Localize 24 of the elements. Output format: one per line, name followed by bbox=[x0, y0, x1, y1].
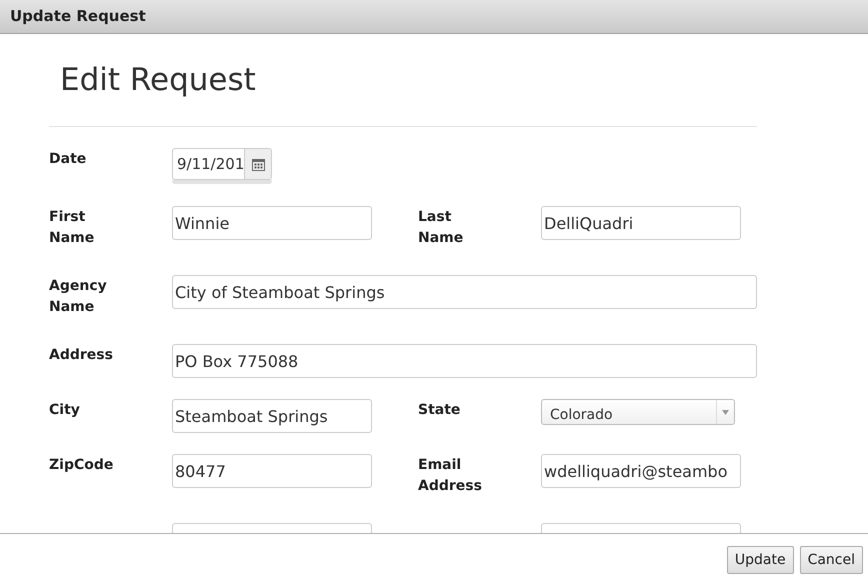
caret-icon bbox=[722, 410, 729, 414]
input-field[interactable]: City of Steamboat Springs bbox=[172, 275, 757, 309]
input-field[interactable]: wdelliquadri@steambo bbox=[541, 454, 741, 488]
input-field[interactable]: DelliQuadri bbox=[541, 206, 741, 240]
dialog-heading: Edit Request bbox=[60, 60, 256, 100]
state-dropdown[interactable]: Colorado bbox=[541, 399, 735, 425]
field-label: ZipCode bbox=[49, 456, 114, 475]
field-label: State bbox=[418, 401, 462, 420]
window-title: Update Request bbox=[10, 6, 146, 28]
field-label: City bbox=[49, 401, 81, 420]
input-field[interactable]: PO Box 775088 bbox=[172, 344, 757, 378]
input-field[interactable]: 80477 bbox=[172, 454, 372, 488]
field-label: First Name bbox=[49, 208, 96, 248]
field-label: Address bbox=[49, 346, 114, 365]
dialog-button[interactable]: Cancel bbox=[800, 546, 863, 574]
input-field[interactable]: Steamboat Springs bbox=[172, 399, 372, 433]
calendar-icon[interactable] bbox=[252, 158, 264, 170]
field-label: Date bbox=[49, 150, 88, 169]
field-label: Email Address bbox=[418, 456, 483, 496]
field-label: Last Name bbox=[418, 208, 464, 248]
field-label: Agency Name bbox=[49, 277, 108, 317]
date-field[interactable]: 9/11/201 bbox=[172, 148, 272, 180]
dialog-button[interactable]: Update bbox=[726, 546, 794, 574]
input-field[interactable]: Winnie bbox=[172, 206, 372, 240]
